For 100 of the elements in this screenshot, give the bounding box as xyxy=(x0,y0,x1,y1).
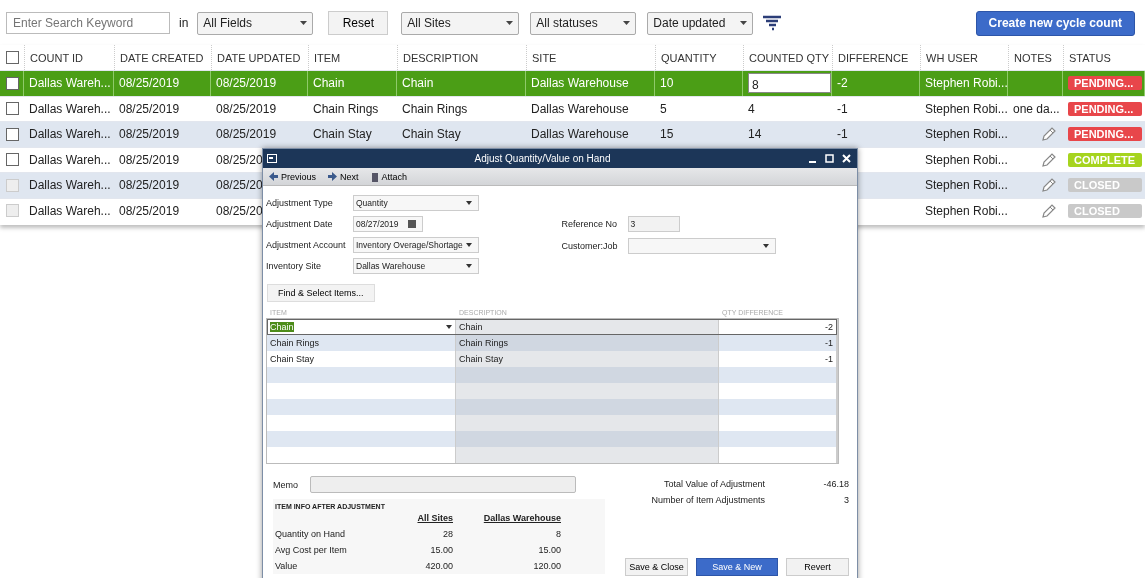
table-cell: 08/25/2019 xyxy=(119,76,180,91)
grid-cell: Chain Rings xyxy=(270,338,320,348)
dialog-button[interactable]: Revert xyxy=(786,558,849,576)
status-badge: PENDING... xyxy=(1068,127,1142,142)
create-cycle-count-button[interactable]: Create new cycle count xyxy=(975,10,1135,36)
dropdown-field[interactable]: Quantity xyxy=(353,195,479,211)
sort-order-icon[interactable] xyxy=(762,15,783,31)
table-cell: 08/25/20 xyxy=(216,152,263,167)
status-filter-dropdown[interactable]: All statuses xyxy=(530,11,637,35)
field-filter-dropdown[interactable]: All Fields xyxy=(197,11,314,35)
table-cell: 5 xyxy=(660,101,667,116)
pencil-icon[interactable] xyxy=(1041,126,1057,143)
grid-cell: -2 xyxy=(825,322,833,332)
item-info-value: 15.00 xyxy=(537,545,561,555)
table-cell: Stephen Robi... xyxy=(925,203,1008,218)
total-label: Number of Item Adjustments xyxy=(650,495,765,505)
table-cell: Chain Rings xyxy=(313,101,379,116)
field-label: Adjustment Type xyxy=(266,198,334,208)
site-filter-dropdown[interactable]: All Sites xyxy=(401,11,520,35)
table-row[interactable]: Dallas Wareh... 08/25/2019 08/25/2019 Chain Chain Dallas Warehouse 10 8 -2 Stephen Robi... PENDING... xyxy=(0,70,1145,96)
pencil-icon[interactable] xyxy=(1041,151,1057,168)
table-cell: 08/25/2019 xyxy=(119,127,180,142)
previous-button[interactable]: Previous xyxy=(265,171,320,182)
row-checkbox[interactable] xyxy=(6,76,19,90)
dropdown-field[interactable] xyxy=(627,238,776,254)
memo-label: Memo xyxy=(273,479,299,490)
select-all-checkbox[interactable] xyxy=(6,51,19,64)
item-info-label: Quantity on Hand xyxy=(274,529,347,539)
dialog-title: Adjust Quantity/Value on Hand xyxy=(473,153,612,164)
dialog-button[interactable]: Save & Close xyxy=(625,558,688,576)
grid-cell: Chain xyxy=(270,322,294,332)
maximize-icon[interactable] xyxy=(825,154,834,163)
table-cell: 08/25/20 xyxy=(216,203,263,218)
item-info-column-header: All Sites xyxy=(416,513,453,523)
item-info-value: 15.00 xyxy=(429,545,453,555)
date-field[interactable]: 08/27/2019 xyxy=(353,216,423,232)
reset-button[interactable]: Reset xyxy=(328,11,389,35)
item-info-value: 28 xyxy=(442,529,453,539)
caret-icon xyxy=(740,21,748,25)
status-badge: COMPLETE xyxy=(1068,152,1142,167)
window-menu-icon[interactable] xyxy=(267,154,277,163)
item-info-value: 120.00 xyxy=(532,561,561,571)
row-checkbox[interactable] xyxy=(6,127,19,141)
table-cell: Dallas Wareh... xyxy=(29,152,111,167)
item-info-value: 8 xyxy=(555,529,561,539)
total-value: 3 xyxy=(843,495,849,505)
grid-cell: Chain xyxy=(459,322,483,332)
table-cell: -1 xyxy=(837,127,848,142)
search-field[interactable]: Enter Search Keyword xyxy=(6,12,170,34)
field-label: Customer:Job xyxy=(561,241,619,251)
table-cell: Dallas Wareh... xyxy=(29,127,111,142)
caret-icon xyxy=(762,244,769,248)
caret-icon xyxy=(506,21,514,25)
table-cell: 08/25/2019 xyxy=(216,76,277,91)
caret-icon xyxy=(623,21,631,25)
memo-field[interactable] xyxy=(310,476,576,493)
notes-text: one da... xyxy=(1013,101,1060,116)
table-cell: Dallas Warehouse xyxy=(531,101,629,116)
in-label: in xyxy=(179,16,189,30)
table-cell: 08/25/2019 xyxy=(119,203,180,218)
table-cell: Stephen Robi... xyxy=(925,101,1008,116)
field-label: Adjustment Account xyxy=(266,240,347,250)
dropdown-field[interactable]: Inventory Overage/Shortage xyxy=(353,237,479,253)
table-row[interactable]: Dallas Wareh... 08/25/2019 08/25/2019 Chain Stay Chain Stay Dallas Warehouse 15 14 -1 Stephen Robi... PENDING... xyxy=(0,121,1145,147)
row-checkbox[interactable] xyxy=(6,153,19,167)
total-label: Total Value of Adjustment xyxy=(663,479,765,489)
find-select-items-button[interactable]: Find & Select Items... xyxy=(267,284,375,302)
table-cell: Dallas Wareh... xyxy=(29,76,111,91)
grid-cell: Chain Stay xyxy=(459,354,504,364)
status-badge: PENDING... xyxy=(1068,101,1142,116)
row-checkbox[interactable] xyxy=(6,102,19,116)
item-info-value: 420.00 xyxy=(424,561,453,571)
text-field[interactable]: 3 xyxy=(627,216,680,232)
table-cell: Chain xyxy=(402,76,434,91)
field-label: Reference No xyxy=(561,219,619,229)
table-cell: Dallas Wareh... xyxy=(29,203,111,218)
counted-qty-field[interactable]: 8 xyxy=(748,73,831,94)
dialog-button[interactable]: Save & New xyxy=(696,558,778,576)
table-cell: 08/25/2019 xyxy=(119,152,180,167)
close-icon[interactable] xyxy=(842,154,851,163)
table-cell: Stephen Robi... xyxy=(925,76,1007,91)
table-cell: Dallas Warehouse xyxy=(531,76,629,91)
next-button[interactable]: Next xyxy=(324,171,363,182)
table-cell: 08/25/2019 xyxy=(216,127,277,142)
caret-icon[interactable] xyxy=(446,325,452,329)
status-badge: PENDING... xyxy=(1068,76,1142,91)
sort-dropdown[interactable]: Date updated xyxy=(647,11,754,35)
table-cell: 4 xyxy=(748,101,755,116)
table-cell: Stephen Robi... xyxy=(925,152,1008,167)
table-cell: Dallas Warehouse xyxy=(531,127,629,142)
item-info-label: Avg Cost per Item xyxy=(274,545,348,555)
dropdown-field[interactable]: Dallas Warehouse xyxy=(353,258,479,274)
table-cell: 08/25/2019 xyxy=(119,178,180,193)
table-cell: -1 xyxy=(837,101,848,116)
caret-icon xyxy=(300,21,308,25)
scrollbar[interactable] xyxy=(837,319,838,463)
table-cell: -2 xyxy=(837,76,848,91)
attach-button[interactable]: Attach xyxy=(366,171,412,182)
table-cell: Stephen Robi... xyxy=(925,178,1008,193)
item-info-column-header: Dallas Warehouse xyxy=(482,513,561,523)
